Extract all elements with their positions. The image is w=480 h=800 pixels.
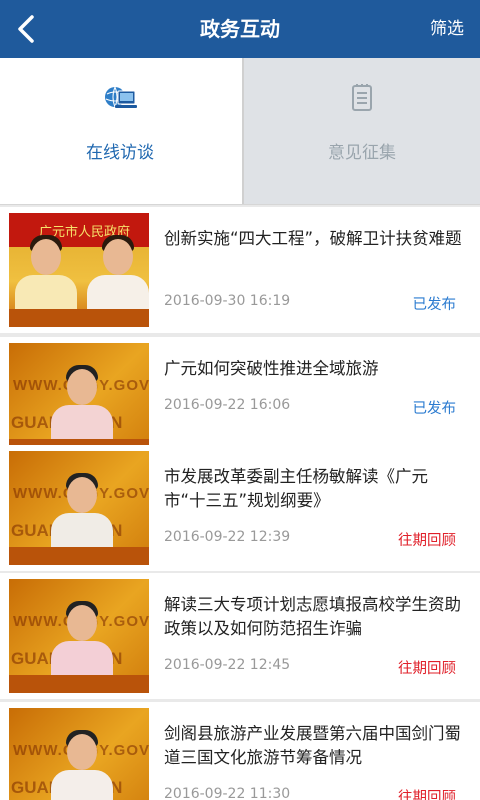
interview-thumbnail: 广元市人民政府	[9, 213, 149, 327]
status-badge: 往期回顾	[398, 661, 456, 677]
thumbnail-desk	[9, 547, 149, 565]
thumbnail-desk	[9, 675, 149, 693]
interview-thumbnail: WWW.CNGY.GOV. GUANGYUAN	[9, 343, 149, 457]
list-item[interactable]: WWW.CNGY.GOV. GUANGYUAN 解读三大专项计划志愿填报高校学生…	[0, 573, 480, 699]
tab-online-interview-label: 在线访谈	[86, 143, 154, 163]
list-item[interactable]: WWW.CNGY.GOV. GUANGYUAN 剑阁县旅游产业发展暨第六届中国剑…	[0, 702, 480, 800]
back-button[interactable]	[6, 9, 46, 49]
guest-figure	[51, 726, 113, 800]
item-title: 市发展改革委副主任杨敏解读《广元市“十三五”规划纲要》	[164, 467, 428, 510]
list-item[interactable]: 广元市人民政府 创新实施“四大工程”，破解卫计扶贫难题 2016-09-30 1…	[0, 207, 480, 333]
item-date: 2016-09-22 16:06	[164, 397, 291, 413]
status-badge: 往期回顾	[398, 533, 456, 549]
item-title: 广元如何突破性推进全域旅游	[164, 359, 379, 378]
app-header: 政务互动 筛选	[0, 0, 480, 58]
thumbnail-desk	[9, 309, 149, 327]
tab-bar: 在线访谈 意见征集	[0, 58, 480, 204]
interview-thumbnail: WWW.CNGY.GOV. GUANGYUAN	[9, 451, 149, 565]
status-badge: 已发布	[412, 401, 457, 417]
tab-opinion-collection-label: 意见征集	[328, 143, 396, 163]
online-interview-icon	[105, 86, 137, 108]
item-date: 2016-09-30 16:19	[164, 293, 291, 309]
interview-thumbnail: WWW.CNGY.GOV. GUANGYUAN	[9, 579, 149, 693]
status-badge: 已发布	[412, 297, 457, 313]
item-date: 2016-09-22 12:39	[164, 529, 291, 545]
item-title: 创新实施“四大工程”，破解卫计扶贫难题	[164, 229, 462, 248]
interview-thumbnail: WWW.CNGY.GOV. GUANGYUAN	[9, 708, 149, 800]
page-title: 政务互动	[200, 17, 280, 41]
opinion-collection-icon	[352, 84, 372, 111]
tab-opinion-collection[interactable]: 意见征集	[242, 58, 480, 204]
interview-list: 广元市人民政府 创新实施“四大工程”，破解卫计扶贫难题 2016-09-30 1…	[0, 205, 480, 800]
tab-online-interview[interactable]: 在线访谈	[0, 58, 240, 204]
list-item[interactable]: WWW.CNGY.GOV. GUANGYUAN 市发展改革委副主任杨敏解读《广元…	[0, 445, 480, 571]
item-date: 2016-09-22 12:45	[164, 657, 291, 673]
item-title: 剑阁县旅游产业发展暨第六届中国剑门蜀道三国文化旅游节筹备情况	[164, 724, 461, 767]
item-title: 解读三大专项计划志愿填报高校学生资助政策以及如何防范招生诈骗	[164, 595, 461, 638]
item-date: 2016-09-22 11:30	[164, 786, 291, 800]
chevron-left-icon	[18, 15, 34, 43]
filter-button[interactable]: 筛选	[430, 0, 464, 58]
status-badge: 往期回顾	[398, 790, 456, 800]
